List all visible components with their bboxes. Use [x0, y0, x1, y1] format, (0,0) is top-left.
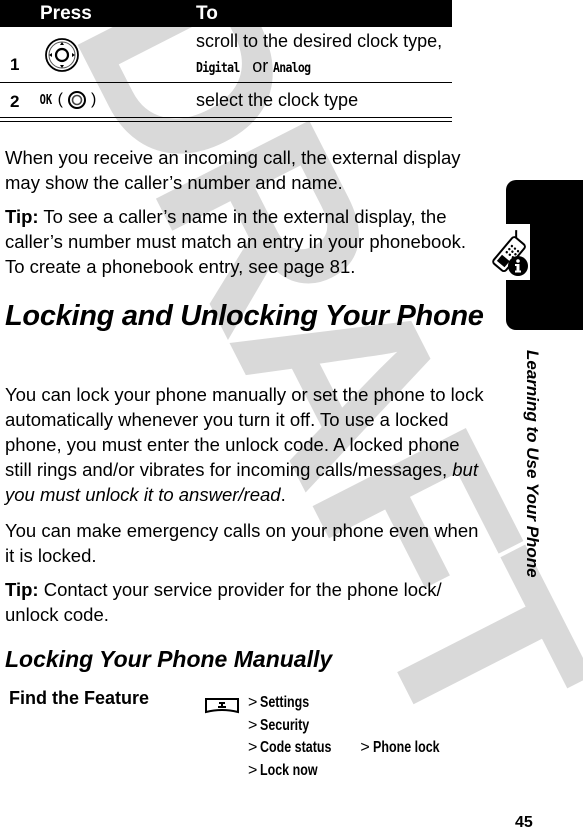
table-bottom-rule	[0, 117, 452, 118]
tip-label: Tip:	[5, 206, 39, 227]
chapter-title: Learning to Use Your Phone	[523, 350, 542, 578]
row-1-text: scroll to the desired clock type,	[196, 31, 443, 51]
separator: >	[248, 739, 258, 756]
menu-item-security: Security	[260, 716, 310, 734]
menu-item-code-status: Code status	[260, 739, 332, 756]
separator: >	[248, 694, 258, 711]
menu-item-settings: Settings	[260, 694, 310, 711]
tip-text: Contact your service provider for the ph…	[5, 579, 442, 625]
table-header: Press To	[0, 0, 452, 27]
tip-caller-name: Tip: To see a caller’s name in the exter…	[5, 204, 485, 279]
press-to-table: Press To 1 scroll to the desired clock t…	[0, 0, 452, 122]
step-number: 1	[10, 55, 20, 74]
navigation-key-icon	[45, 38, 79, 72]
row-2-description: select the clock type	[196, 90, 359, 110]
paragraph-text: You can lock your phone manually or set …	[5, 384, 484, 480]
ok-key: OK ( )	[38, 90, 96, 110]
tip-unlock-code: Tip: Contact your service provider for t…	[5, 577, 485, 627]
menu-path-step: > Security	[248, 715, 444, 738]
paragraph-end: .	[280, 484, 286, 505]
center-select-key-icon	[67, 91, 86, 109]
option-digital: Digital	[196, 60, 240, 76]
step-number: 2	[10, 92, 20, 111]
menu-path-step: > Code status > Phone lock	[248, 737, 444, 760]
separator: >	[360, 739, 370, 756]
menu-item-lock-now: Lock now	[260, 761, 318, 779]
separator: >	[248, 716, 258, 734]
option-analog: Analog	[273, 60, 311, 76]
phone-info-icon	[492, 230, 528, 276]
paragraph-locking: You can lock your phone manually or set …	[5, 382, 485, 507]
table-row: 1 scroll to the desired clock type, Digi…	[0, 27, 452, 83]
menu-key-icon	[205, 698, 239, 714]
page-number: 45	[515, 814, 533, 831]
row-1-or: or	[247, 56, 274, 76]
table-bottom-rule	[0, 121, 452, 122]
menu-path-step: > Settings	[248, 692, 444, 715]
ok-label: OK	[39, 92, 53, 108]
menu-path: > Settings > Security > Code status > Phone …	[248, 692, 444, 782]
row-1-description: scroll to the desired clock type, Digita…	[196, 29, 452, 81]
find-the-feature-label: Find the Feature	[9, 688, 150, 708]
header-press: Press	[40, 3, 92, 24]
tip-label: Tip:	[5, 579, 39, 600]
header-to: To	[196, 3, 218, 24]
tip-text: To see a caller’s name in the external d…	[5, 206, 467, 277]
paragraph-emergency: You can make emergency calls on your pho…	[5, 520, 479, 566]
subsection-heading: Locking Your Phone Manually	[5, 646, 333, 672]
paren-close: )	[90, 91, 97, 108]
paren-open: (	[57, 91, 63, 108]
section-heading: Locking and Unlocking Your Phone	[5, 300, 484, 332]
menu-item-phone-lock: Phone lock	[372, 739, 440, 756]
separator: >	[248, 761, 258, 779]
table-row: 2 OK ( ) select the clock type	[0, 83, 452, 117]
menu-path-step: > Lock now	[248, 760, 444, 783]
paragraph-incoming-call: When you receive an incoming call, the e…	[5, 147, 461, 193]
